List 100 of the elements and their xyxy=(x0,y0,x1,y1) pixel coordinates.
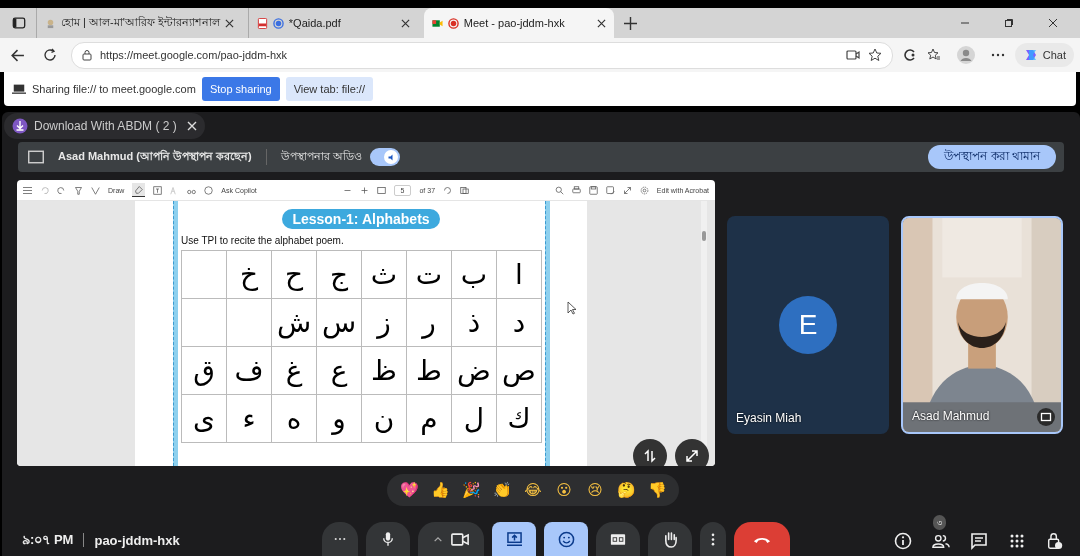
highlight-icon[interactable] xyxy=(74,185,83,195)
settings-icon[interactable] xyxy=(639,185,649,195)
letter-cell: ء xyxy=(227,395,272,443)
fullscreen-icon[interactable] xyxy=(622,185,632,195)
apps-icon[interactable] xyxy=(1008,532,1026,550)
search-icon[interactable] xyxy=(554,185,564,195)
letter-cell: خ xyxy=(227,251,272,299)
reaction-button[interactable]: 💖 xyxy=(395,481,423,499)
chat-icon[interactable] xyxy=(970,532,988,550)
letter-cell: س xyxy=(317,299,362,347)
save-icon[interactable] xyxy=(588,185,598,195)
captions-button[interactable] xyxy=(596,522,640,556)
fit-page-icon[interactable] xyxy=(376,185,386,195)
tab-list-icon[interactable] xyxy=(12,16,26,30)
letter-cell: ل xyxy=(452,395,497,443)
stop-sharing-button[interactable]: Stop sharing xyxy=(201,77,280,101)
star-icon[interactable] xyxy=(867,48,882,62)
letter-cell: ظ xyxy=(362,347,407,395)
download-label: Download With ABDM ( 2 ) xyxy=(34,119,177,133)
page-view-icon[interactable] xyxy=(460,185,470,195)
copilot-chat-button[interactable]: Chat xyxy=(1014,43,1074,67)
reaction-button[interactable]: 😂 xyxy=(519,481,547,499)
camera-icon[interactable] xyxy=(845,48,860,62)
participant-name: Eyasin Miah xyxy=(736,411,802,425)
present-screen-icon xyxy=(505,531,523,547)
microphone-button[interactable] xyxy=(366,522,410,556)
redo-icon[interactable] xyxy=(57,185,66,195)
sharing-message: Sharing file:// to meet.google.com xyxy=(32,83,196,95)
reaction-button[interactable]: 😢 xyxy=(581,481,609,499)
close-icon[interactable] xyxy=(400,18,410,28)
copilot-icon[interactable] xyxy=(204,185,214,195)
reaction-button[interactable]: 🤔 xyxy=(612,481,640,499)
screen-share-icon xyxy=(12,82,26,96)
screen-icon[interactable] xyxy=(1037,408,1055,426)
browser-tab[interactable]: Meet - pao-jddm-hxk xyxy=(423,8,614,38)
letter-cell: ف xyxy=(227,347,272,395)
address-bar[interactable]: https://meet.google.com/pao-jddm-hxk xyxy=(71,41,893,69)
rotate-icon[interactable] xyxy=(443,185,453,195)
print-icon[interactable] xyxy=(571,185,581,195)
host-controls-icon[interactable] xyxy=(1046,532,1064,550)
reaction-button[interactable]: 👍 xyxy=(426,481,454,499)
close-icon[interactable] xyxy=(596,18,606,28)
back-icon[interactable] xyxy=(10,47,25,63)
camera-button[interactable] xyxy=(418,522,484,556)
more-options-button[interactable] xyxy=(700,522,726,556)
reload-icon[interactable] xyxy=(43,48,57,62)
participant-count-badge: ৩ xyxy=(933,515,946,530)
expand-icon xyxy=(685,449,699,463)
lock-icon xyxy=(82,49,92,61)
camera-icon xyxy=(451,532,469,546)
close-icon[interactable] xyxy=(1048,18,1058,28)
pointer-icon xyxy=(567,301,577,315)
people-icon[interactable] xyxy=(932,532,950,550)
microphone-icon xyxy=(382,531,394,547)
more-vertical-icon xyxy=(711,532,715,546)
letter-cell: ص xyxy=(497,347,542,395)
contents-icon[interactable] xyxy=(23,185,32,195)
save-as-icon[interactable] xyxy=(605,185,615,195)
view-tab-button[interactable]: View tab: file:// xyxy=(285,77,373,101)
raise-hand-button[interactable] xyxy=(648,522,692,556)
reaction-button[interactable]: 👏 xyxy=(488,481,516,499)
stop-presenting-button[interactable]: উপস্থাপন করা থামান xyxy=(928,145,1056,169)
letter-cell: ك xyxy=(497,395,542,443)
end-call-button[interactable] xyxy=(734,522,790,556)
reaction-button[interactable]: 😮 xyxy=(550,481,578,499)
favorites-icon[interactable] xyxy=(926,48,941,62)
emoji-button[interactable] xyxy=(544,522,588,556)
text-box-icon[interactable] xyxy=(153,185,163,195)
reaction-button[interactable]: 🎉 xyxy=(457,481,485,499)
eraser-icon[interactable] xyxy=(132,183,146,197)
new-tab-icon[interactable] xyxy=(623,16,637,30)
close-icon[interactable] xyxy=(224,18,234,28)
url-text: https://meet.google.com/pao-jddm-hxk xyxy=(100,49,288,61)
present-icon xyxy=(28,150,44,164)
hand-icon xyxy=(662,530,678,548)
zoom-in-icon[interactable] xyxy=(359,185,369,195)
meeting-code: pao-jddm-hxk xyxy=(94,532,180,548)
restore-icon[interactable] xyxy=(1004,18,1014,28)
swap-icon xyxy=(643,449,657,463)
avatar: E xyxy=(779,296,837,354)
empty-cell xyxy=(227,299,272,347)
pdf-icon xyxy=(256,17,268,29)
profile-icon[interactable] xyxy=(956,46,975,64)
letter-cell: م xyxy=(407,395,452,443)
expand-button[interactable] xyxy=(675,439,709,466)
letter-cell: ر xyxy=(407,299,452,347)
letter-cell: ن xyxy=(362,395,407,443)
letter-cell: ذ xyxy=(452,299,497,347)
info-icon[interactable] xyxy=(894,532,912,550)
letter-cell: ز xyxy=(362,299,407,347)
draw-icon[interactable] xyxy=(91,185,100,195)
swap-button[interactable] xyxy=(633,439,667,466)
letter-cell: ا xyxy=(497,251,542,299)
site-icon xyxy=(45,17,56,29)
present-screen-button[interactable] xyxy=(492,522,536,556)
recording-dot-icon xyxy=(272,17,284,29)
audio-toggle[interactable] xyxy=(369,148,400,166)
extension-icon[interactable] xyxy=(902,48,917,62)
download-popup[interactable]: Download With ABDM ( 2 ) xyxy=(4,113,205,139)
reaction-button[interactable]: 👎 xyxy=(643,481,671,499)
